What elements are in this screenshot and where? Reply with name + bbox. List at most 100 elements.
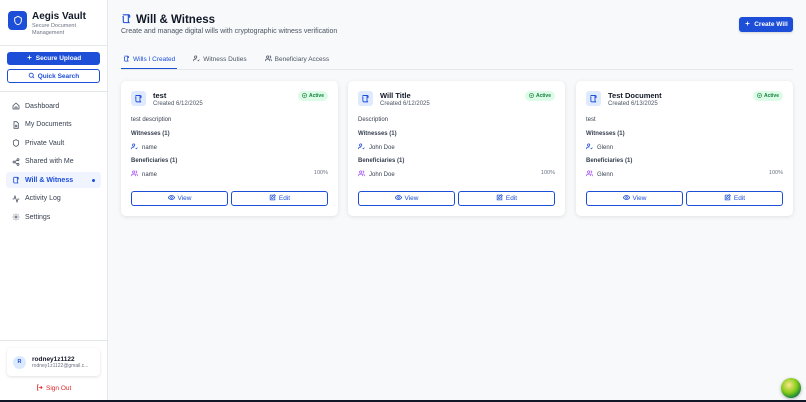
check-circle-icon	[302, 92, 307, 100]
view-button[interactable]: View	[358, 191, 455, 206]
tab-label: Wills I Created	[133, 55, 176, 63]
share-icon	[11, 157, 20, 166]
check-circle-icon	[757, 92, 762, 100]
check-circle-icon	[529, 92, 534, 100]
status-label: Active	[535, 93, 551, 99]
tab-witness-duties[interactable]: Witness Duties	[191, 50, 248, 69]
scroll-icon	[121, 13, 132, 27]
eye-icon	[394, 194, 402, 203]
witnesses-heading: Witnesses (1)	[358, 131, 397, 137]
sidebar-item-label: Dashboard	[25, 102, 60, 110]
sign-out-button[interactable]: Sign Out	[36, 384, 71, 393]
divider	[0, 45, 108, 46]
user-check-icon	[193, 55, 200, 64]
sidebar-item-dashboard[interactable]: Dashboard	[6, 98, 101, 114]
beneficiary-name: Glenn	[597, 171, 614, 178]
beneficiary-share: 100%	[313, 170, 328, 176]
beneficiary-name: name	[142, 171, 158, 178]
users-icon	[586, 170, 593, 179]
sidebar-item-shared-with-me[interactable]: Shared with Me	[6, 154, 101, 170]
witness-entry: John Doe	[358, 143, 395, 152]
brand-subtitle: Secure Document Management	[32, 23, 77, 36]
create-will-button[interactable]: Create Will	[739, 17, 793, 32]
active-indicator-dot	[92, 178, 95, 182]
view-button[interactable]: View	[586, 191, 683, 206]
user-check-icon	[586, 143, 593, 152]
witness-name: name	[142, 144, 158, 151]
user-card[interactable]: R rodney1z1122 rodney1z1122@gmail.c...	[7, 348, 100, 376]
card-title: test	[153, 91, 167, 100]
card-description: test	[586, 117, 596, 123]
sidebar-item-private-vault[interactable]: Private Vault	[6, 135, 101, 151]
card-title: Test Document	[608, 91, 662, 100]
sidebar-item-my-documents[interactable]: My Documents	[6, 117, 101, 133]
shield-logo-icon	[8, 11, 27, 30]
card-description: test description	[131, 117, 172, 123]
user-check-icon	[358, 143, 365, 152]
status-badge: Active	[524, 91, 555, 101]
view-label: View	[177, 195, 192, 202]
edit-button[interactable]: Edit	[458, 191, 555, 206]
sidebar-item-activity-log[interactable]: Activity Log	[6, 191, 101, 207]
sidebar-item-settings[interactable]: Settings	[6, 209, 101, 225]
witnesses-heading: Witnesses (1)	[131, 131, 170, 137]
divider	[0, 91, 108, 92]
secure-upload-button[interactable]: Secure Upload	[7, 52, 100, 65]
quick-search-button[interactable]: Quick Search	[7, 69, 100, 83]
brand-name: Aegis Vault	[32, 11, 86, 22]
avatar: R	[13, 355, 26, 369]
page-title-text: Will & Witness	[136, 14, 216, 26]
brand: Aegis Vault Secure Document Management	[8, 11, 88, 37]
beneficiaries-heading: Beneficiaries (1)	[358, 158, 405, 164]
sidebar-item-label: My Documents	[25, 121, 72, 128]
witness-entry: name	[131, 143, 157, 152]
sidebar-item-label: Will & Witness	[25, 176, 74, 184]
card-created-date: Created 6/12/2025	[380, 101, 430, 107]
view-button[interactable]: View	[131, 191, 228, 206]
plus-icon	[26, 54, 33, 63]
document-icon	[11, 120, 20, 129]
beneficiary-name: John Doe	[369, 171, 395, 178]
will-card: test Created 6/12/2025 Active test descr…	[121, 81, 338, 216]
eye-icon	[167, 194, 175, 203]
activity-icon	[11, 194, 20, 203]
search-icon	[28, 72, 35, 81]
edit-button[interactable]: Edit	[686, 191, 783, 206]
beneficiaries-heading: Beneficiaries (1)	[586, 158, 633, 164]
will-card: Test Document Created 6/13/2025 Active t…	[576, 81, 793, 216]
status-label: Active	[763, 93, 779, 99]
card-created-date: Created 6/13/2025	[608, 101, 658, 107]
scroll-icon	[358, 91, 373, 106]
plus-icon	[744, 20, 751, 29]
edit-icon	[496, 194, 503, 203]
tab-beneficiary-access[interactable]: Beneficiary Access	[263, 50, 332, 69]
assistant-avatar-button[interactable]	[781, 378, 801, 398]
sidebar-item-label: Activity Log	[25, 195, 61, 202]
sign-out-label: Sign Out	[46, 385, 72, 392]
secure-upload-label: Secure Upload	[35, 55, 82, 62]
tab-wills-i-created[interactable]: Wills I Created	[121, 50, 178, 69]
witness-entry: Glenn	[586, 143, 613, 152]
edit-label: Edit	[733, 195, 746, 202]
card-title: Will Title	[380, 91, 411, 100]
shield-icon	[11, 139, 20, 148]
will-card: Will Title Created 6/12/2025 Active Desc…	[348, 81, 565, 216]
beneficiary-entry: John Doe	[358, 170, 395, 179]
sidebar-item-label: Settings	[25, 213, 51, 221]
edit-button[interactable]: Edit	[231, 191, 328, 206]
create-will-label: Create Will	[754, 21, 788, 28]
page-title: Will & Witness	[121, 13, 215, 27]
tab-divider	[121, 69, 793, 70]
beneficiary-share: 100%	[540, 170, 555, 176]
witness-name: John Doe	[369, 144, 395, 151]
beneficiary-share: 100%	[768, 170, 783, 176]
sidebar-item-will-witness[interactable]: Will & Witness	[6, 172, 101, 188]
status-badge: Active	[752, 91, 783, 101]
view-label: View	[632, 195, 647, 202]
witnesses-heading: Witnesses (1)	[586, 131, 625, 137]
home-icon	[11, 102, 20, 111]
user-name: rodney1z1122	[32, 355, 75, 363]
sidebar-item-label: Private Vault	[25, 139, 65, 147]
eye-icon	[622, 194, 630, 203]
scroll-icon	[586, 91, 601, 106]
